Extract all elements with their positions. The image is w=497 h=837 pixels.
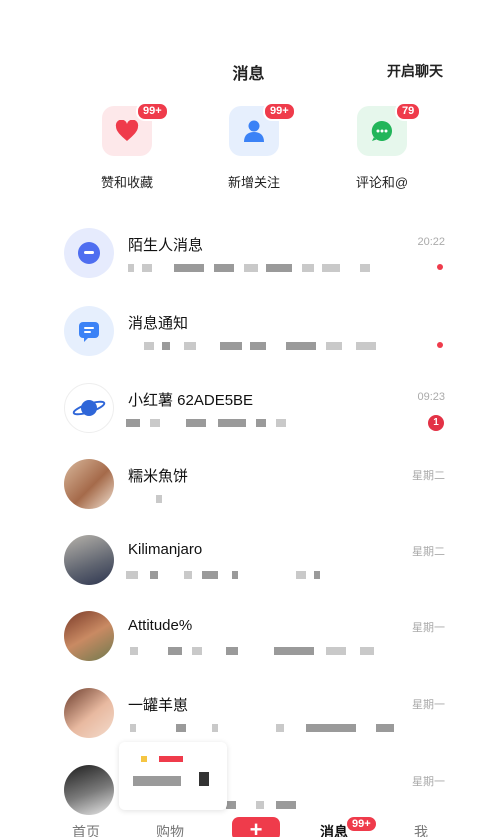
conversation-user[interactable]: Kilimanjaro 星期二 (0, 535, 497, 611)
conversation-name: Attitude% (128, 617, 193, 634)
conversation-stranger[interactable]: 陌生人消息 20:22 (0, 228, 497, 304)
user-avatar (64, 535, 114, 585)
message-preview-redacted (126, 260, 406, 276)
conversation-name: 一罐羊崽 (128, 697, 189, 714)
conversation-name: 陌生人消息 (128, 237, 204, 254)
tab-shop[interactable]: 购物 (156, 822, 184, 837)
messages-tab-badge: 99+ (345, 815, 378, 833)
conversation-system[interactable]: 小红薯 62ADE5BE 09:23 1 (0, 383, 497, 459)
unread-dot (437, 264, 443, 270)
message-preview-redacted (126, 643, 406, 659)
header: 消息 开启聊天 (0, 56, 497, 86)
tab-me[interactable]: 我 (414, 822, 428, 837)
followers-badge: 99+ (263, 102, 296, 121)
conversation-time: 09:23 (417, 391, 445, 403)
create-post-button[interactable]: + (232, 817, 280, 837)
likes-badge: 99+ (136, 102, 169, 121)
stranger-chat-icon (64, 228, 114, 278)
user-avatar (64, 765, 114, 815)
conversation-time: 星期二 (412, 470, 445, 482)
tab-home[interactable]: 首页 (72, 822, 100, 837)
tab-messages[interactable]: 消息 (320, 822, 348, 837)
chat-bubble-icon: 79 (357, 102, 422, 156)
bottom-tab-bar: 首页 购物 + 消息 99+ 我 (0, 815, 497, 837)
notification-icon (64, 306, 114, 356)
unread-count-badge: 1 (428, 415, 444, 431)
user-avatar (64, 688, 114, 738)
conversation-time: 星期一 (412, 776, 445, 788)
conversation-time: 星期一 (412, 699, 445, 711)
floating-preview-card[interactable] (119, 742, 227, 810)
comments-badge: 79 (395, 102, 422, 121)
message-preview-redacted (126, 338, 406, 354)
message-preview-redacted (126, 415, 406, 431)
conversation-name: 消息通知 (128, 315, 189, 332)
quick-entries: 99+ 赞和收藏 99+ 新增关注 79 评论和@ (0, 102, 497, 196)
conversation-time: 星期二 (412, 546, 445, 558)
conversation-name: Kilimanjaro (128, 541, 203, 558)
user-avatar (64, 611, 114, 661)
comments-label: 评论和@ (355, 175, 409, 190)
person-icon: 99+ (229, 102, 296, 156)
conversation-name: 小红薯 62ADE5BE (128, 392, 254, 409)
likes-collections-entry[interactable]: 99+ 赞和收藏 (72, 102, 182, 191)
user-avatar (64, 459, 114, 509)
conversation-notifications[interactable]: 消息通知 (0, 306, 497, 382)
followers-label: 新增关注 (227, 175, 280, 190)
message-preview-redacted (126, 567, 406, 583)
planet-icon (64, 383, 114, 433)
unread-dot (437, 342, 443, 348)
conversation-user[interactable]: Attitude% 星期一 (0, 611, 497, 687)
conversation-time: 20:22 (417, 236, 445, 248)
heart-icon: 99+ (102, 102, 169, 156)
likes-label: 赞和收藏 (100, 175, 153, 190)
conversation-user[interactable]: 糯米魚饼 星期二 (0, 459, 497, 535)
conversation-time: 星期一 (412, 622, 445, 634)
start-chat-button[interactable]: 开启聊天 (387, 61, 443, 81)
conversation-name: 糯米魚饼 (128, 468, 189, 485)
message-preview-redacted (126, 720, 406, 736)
message-preview-redacted (126, 491, 406, 507)
comments-mentions-entry[interactable]: 79 评论和@ (327, 102, 437, 191)
new-followers-entry[interactable]: 99+ 新增关注 (199, 102, 309, 191)
conversation-user[interactable]: 一罐羊崽 星期一 (0, 688, 497, 764)
